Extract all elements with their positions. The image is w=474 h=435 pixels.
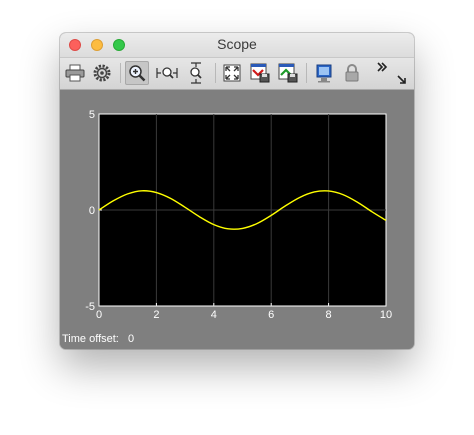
settings-button[interactable]	[90, 61, 114, 85]
x-tick-label: 2	[153, 309, 159, 321]
toolbar	[60, 58, 414, 90]
x-tick-label: 4	[211, 309, 217, 321]
highlight-block-icon	[316, 64, 332, 83]
undock-button[interactable]	[394, 61, 410, 85]
window-title: Scope	[217, 36, 257, 52]
y-tick-label: 5	[89, 109, 95, 121]
toolbar-separator	[306, 63, 307, 83]
x-tick-label: 8	[326, 309, 332, 321]
y-tick-label: -5	[85, 301, 95, 313]
print-button[interactable]	[63, 61, 87, 85]
print-icon	[65, 64, 85, 82]
highlight-block-button[interactable]	[312, 61, 336, 85]
restore-axes-icon	[278, 63, 298, 83]
restore-axes-button[interactable]	[276, 61, 300, 85]
time-offset-value: 0	[128, 333, 135, 345]
x-tick-label: 6	[268, 309, 274, 321]
more-tools-button[interactable]	[374, 61, 390, 85]
zoom-in-icon	[129, 65, 146, 82]
zoom-x-icon	[156, 67, 178, 79]
gear-icon	[93, 64, 111, 82]
lock-button[interactable]	[340, 61, 364, 85]
undock-icon	[397, 75, 406, 84]
lock-icon	[345, 64, 359, 82]
toolbar-separator	[215, 63, 216, 83]
y-tick-label: 0	[89, 205, 95, 217]
x-tick-label: 10	[380, 309, 392, 321]
status-bar: Time offset: 0	[62, 333, 134, 345]
zoom-y-button[interactable]	[184, 61, 208, 85]
x-tick-label: 0	[96, 309, 102, 321]
title-bar[interactable]: Scope	[60, 33, 414, 58]
scope-plot[interactable]: 0 2 4 6 8 1050-5	[60, 90, 414, 349]
autoscale-button[interactable]	[220, 61, 244, 85]
save-axes-button[interactable]	[248, 61, 272, 85]
zoom-x-button[interactable]	[155, 61, 179, 85]
zoom-in-button[interactable]	[125, 61, 149, 85]
save-axes-icon	[250, 63, 270, 83]
time-offset-label: Time offset:	[62, 333, 119, 345]
zoom-y-icon	[190, 62, 202, 84]
more-icon	[377, 62, 388, 72]
scope-window: Scope 0 2 4 6 8 10 5 0 -5 Time offset: 0	[60, 33, 414, 349]
autoscale-icon	[223, 64, 241, 82]
toolbar-separator	[120, 63, 121, 83]
plot-area: 0 2 4 6 8 10 5 0 -5	[60, 90, 414, 349]
